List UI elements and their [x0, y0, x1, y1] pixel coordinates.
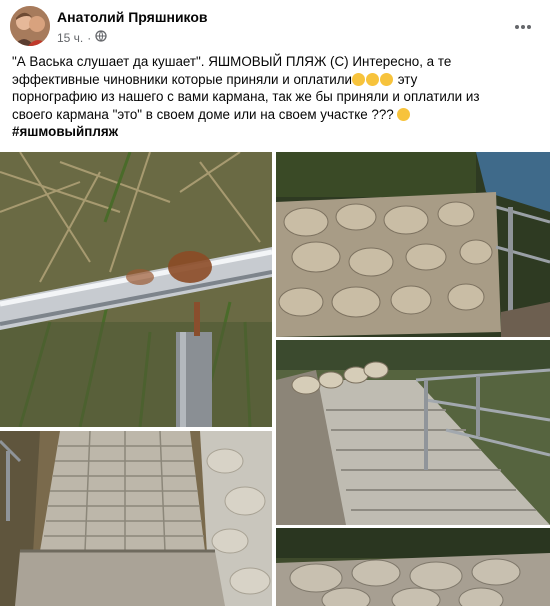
hashtag-link[interactable]: #яшмовыйпляж [12, 123, 537, 141]
post-meta: 15 ч. · [57, 30, 107, 45]
meta-separator: · [87, 30, 92, 45]
stone-stairs-photo[interactable] [276, 340, 550, 525]
weary-face-icon [352, 72, 366, 86]
post-text: "А Васька слушает да кушает". ЯШМОВЫЙ ПЛ… [12, 53, 537, 141]
post-text-line: порнографию из нашего с вами кармана, та… [12, 89, 480, 104]
post-header: Анатолий Пряшников 15 ч. · [0, 0, 550, 50]
post-text-line: своего кармана "это" в своем доме или на… [12, 106, 537, 124]
weary-face-icon [366, 72, 380, 86]
stone-wall-photo[interactable] [276, 152, 550, 337]
thinking-face-icon [397, 107, 411, 121]
post-text-segment: эту [394, 71, 418, 87]
post-text-line: "А Васька слушает да кушает". ЯШМОВЫЙ ПЛ… [12, 54, 452, 69]
photo-grid [0, 152, 550, 606]
more-options-icon[interactable] [514, 14, 532, 35]
weary-face-icon [380, 72, 394, 86]
post-text-segment: своего кармана "это" в своем доме или на… [12, 106, 398, 122]
post-text-segment: эффективные чиновники которые приняли и … [12, 71, 353, 87]
post-text-line: эффективные чиновники которые приняли и … [12, 71, 537, 89]
rusty-railing-photo[interactable] [0, 152, 272, 427]
stone-wall-closeup-photo[interactable] [276, 528, 550, 606]
post-time[interactable]: 15 ч. [57, 31, 83, 45]
author-avatar[interactable] [10, 6, 50, 46]
author-name[interactable]: Анатолий Пряшников [57, 9, 208, 25]
globe-icon[interactable] [95, 30, 107, 45]
paved-steps-photo[interactable] [0, 431, 272, 606]
